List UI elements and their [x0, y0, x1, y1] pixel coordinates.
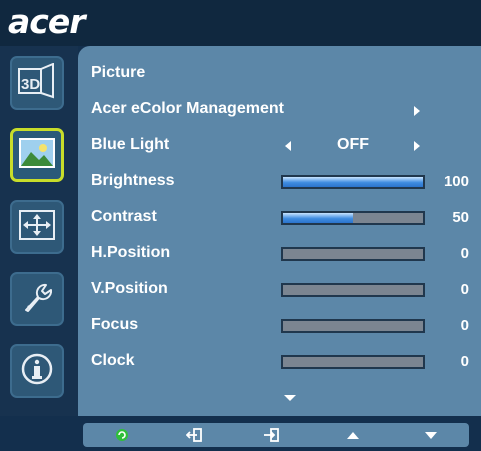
wrench-icon [20, 280, 54, 319]
picture-icon [19, 137, 55, 173]
h-position-value: 0 [460, 245, 469, 262]
screen-position-icon [19, 209, 55, 245]
panel-title: Picture [91, 64, 146, 81]
brightness-value: 100 [443, 173, 469, 190]
brightness-slider[interactable] [281, 175, 425, 189]
empowering-icon[interactable] [113, 426, 131, 444]
menu-item-clock[interactable]: Clock [91, 352, 135, 370]
sidebar-item-3d[interactable]: 3D [10, 56, 64, 110]
sidebar: 3D [0, 46, 78, 416]
down-arrow-icon[interactable] [423, 426, 439, 444]
picture-panel: Picture Acer eColor Management Blue Ligh… [78, 46, 481, 416]
menu-item-brightness[interactable]: Brightness [91, 172, 175, 190]
blue-light-value: OFF [337, 136, 369, 153]
chevron-right-icon[interactable] [414, 141, 420, 151]
h-position-slider[interactable] [281, 247, 425, 261]
bottom-bar [83, 423, 469, 447]
brightness-slider-fill [283, 177, 423, 187]
v-position-value: 0 [460, 281, 469, 298]
menu-item-v-position[interactable]: V.Position [91, 280, 168, 298]
top-bar: acer [0, 0, 481, 46]
enter-icon[interactable] [261, 426, 281, 444]
contrast-slider[interactable] [281, 211, 425, 225]
exit-icon[interactable] [184, 426, 204, 444]
3d-icon-label: 3D [21, 76, 40, 93]
focus-slider[interactable] [281, 319, 425, 333]
3d-icon: 3D [17, 62, 57, 104]
contrast-value: 50 [452, 209, 469, 226]
up-arrow-icon[interactable] [345, 426, 361, 444]
clock-slider[interactable] [281, 355, 425, 369]
sidebar-item-screen-position[interactable] [10, 200, 64, 254]
menu-item-blue-light[interactable]: Blue Light [91, 136, 169, 154]
menu-item-contrast[interactable]: Contrast [91, 208, 157, 226]
menu-item-focus[interactable]: Focus [91, 316, 138, 334]
chevron-right-icon[interactable] [414, 106, 420, 116]
scroll-down-icon[interactable] [284, 395, 296, 401]
sidebar-item-picture[interactable] [10, 128, 64, 182]
osd-menu: acer 3D Picture Acer eColor Management B… [0, 0, 481, 451]
focus-value: 0 [460, 317, 469, 334]
sidebar-item-settings[interactable] [10, 272, 64, 326]
info-icon [20, 352, 54, 391]
contrast-slider-fill [283, 213, 353, 223]
clock-value: 0 [460, 353, 469, 370]
sidebar-item-information[interactable] [10, 344, 64, 398]
chevron-left-icon[interactable] [285, 141, 291, 151]
menu-item-h-position[interactable]: H.Position [91, 244, 170, 262]
acer-logo: acer [8, 2, 85, 41]
v-position-slider[interactable] [281, 283, 425, 297]
menu-item-acer-ecolor-management[interactable]: Acer eColor Management [91, 100, 284, 118]
